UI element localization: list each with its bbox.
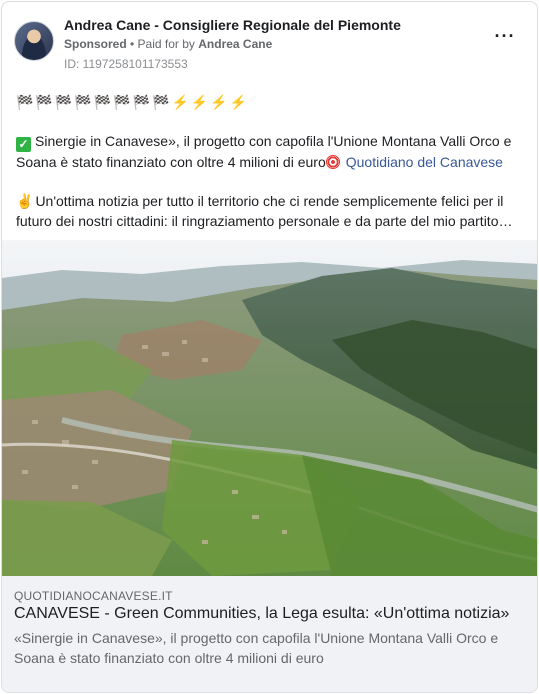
page-name-link[interactable]: Andrea Cane - Consigliere Regionale del … <box>64 17 401 33</box>
link-preview-footer[interactable]: QUOTIDIANOCANAVESE.IT CANAVESE - Green C… <box>2 576 537 692</box>
sponsored-line: Sponsored • Paid for by Andrea Cane <box>64 37 272 51</box>
more-options-icon[interactable]: ··· <box>491 27 519 49</box>
paragraph-2-text: Un'ottima notizia per tutto il territori… <box>16 193 513 229</box>
sponsored-label[interactable]: Sponsored <box>64 37 127 51</box>
sponsored-post-card: Andrea Cane - Consigliere Regionale del … <box>1 1 538 693</box>
check-mark-icon: ✓ <box>16 137 31 152</box>
post-paragraph-2: ✌ Un'ottima notizia per tutto il territor… <box>16 191 528 231</box>
post-header: Andrea Cane - Consigliere Regionale del … <box>2 2 537 82</box>
post-text: 🏁🏁🏁🏁🏁🏁🏁🏁⚡⚡⚡⚡ ✓ Sinergie in Canavese», il … <box>16 92 528 231</box>
link-preview-image[interactable] <box>2 240 537 576</box>
meta-separator: • <box>126 37 138 51</box>
paid-for-label: Paid for by <box>137 37 199 51</box>
link-domain: QUOTIDIANOCANAVESE.IT <box>14 589 173 603</box>
target-icon <box>325 155 340 169</box>
quotidiano-link[interactable]: Quotidiano del Canavese <box>346 154 503 170</box>
paid-for-name: Andrea Cane <box>198 37 273 51</box>
aerial-landscape-image <box>2 240 537 576</box>
post-paragraph-1: ✓ Sinergie in Canavese», il progetto con … <box>16 131 528 172</box>
page-avatar[interactable] <box>14 21 54 61</box>
emoji-line: 🏁🏁🏁🏁🏁🏁🏁🏁⚡⚡⚡⚡ <box>16 94 250 110</box>
ad-id: ID: 1197258101173553 <box>64 57 188 71</box>
link-headline[interactable]: CANAVESE - Green Communities, la Lega es… <box>14 605 509 623</box>
victory-hand-icon: ✌ <box>16 193 34 209</box>
link-description: «Sinergie in Canavese», il progetto con … <box>14 630 499 666</box>
